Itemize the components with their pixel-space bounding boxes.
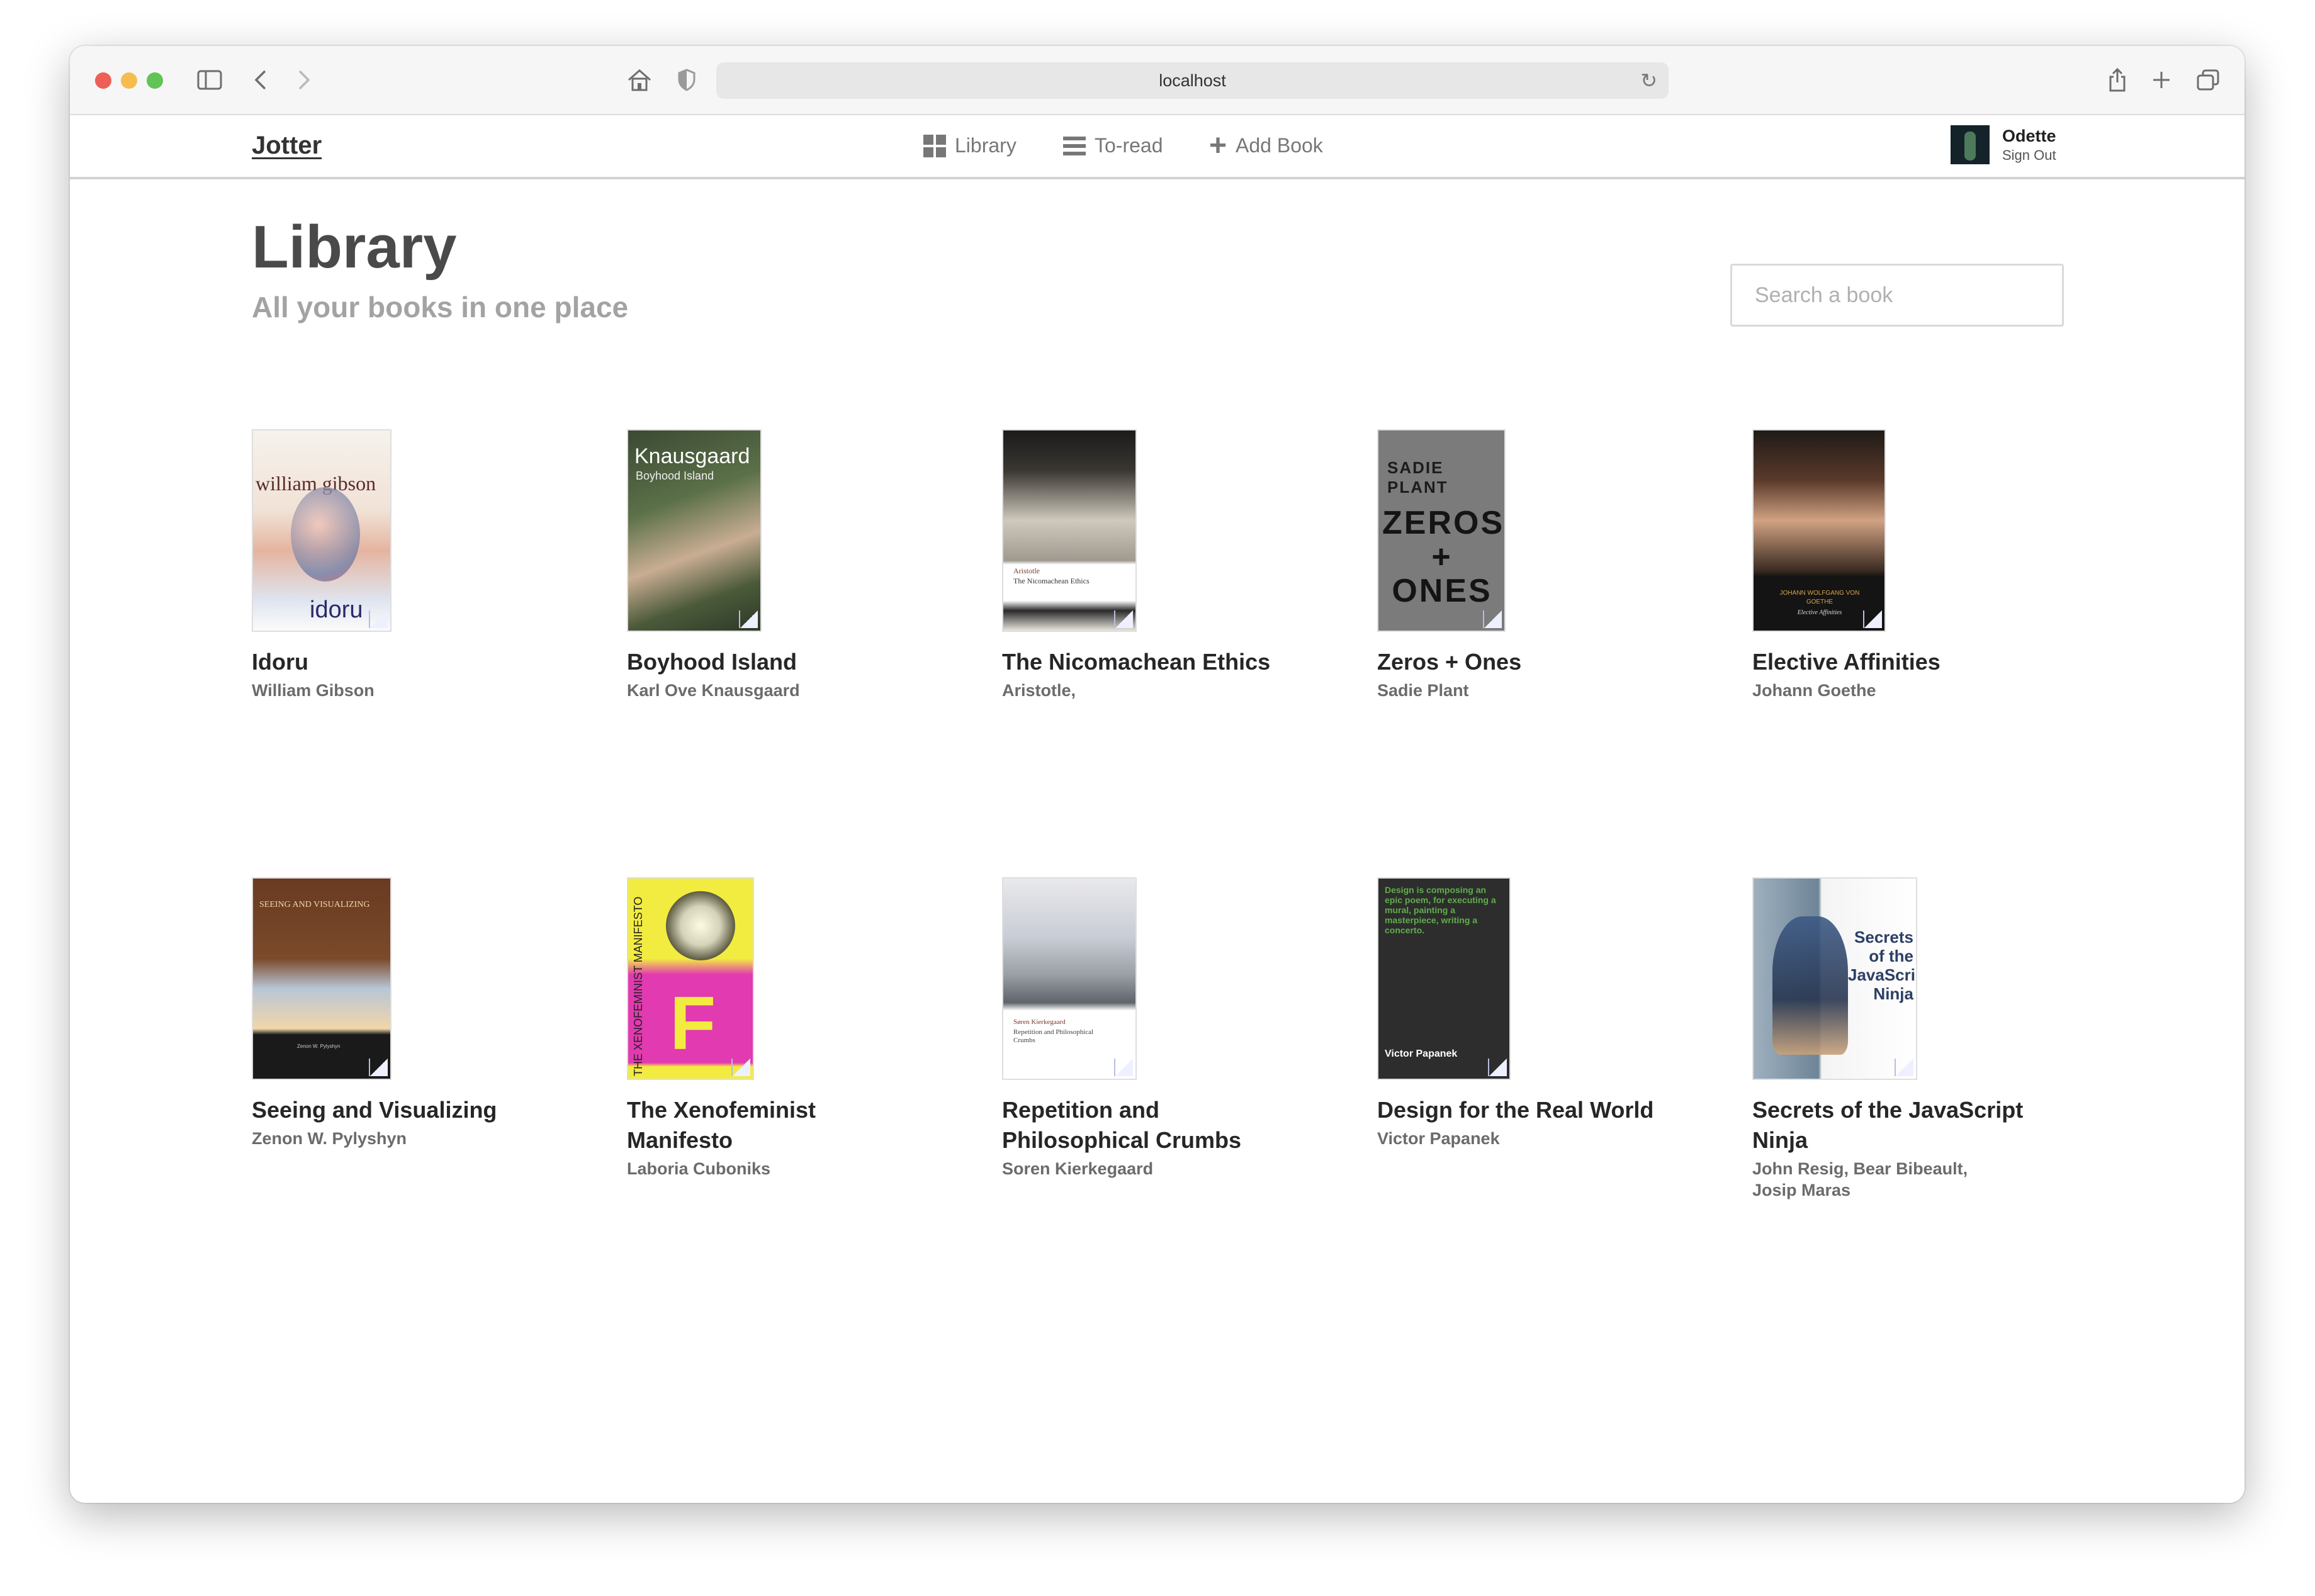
book-title[interactable]: Repetition and Philosophical Crumbs: [1002, 1095, 1292, 1155]
user-menu[interactable]: Odette Sign Out: [1951, 125, 2056, 164]
book-card[interactable]: THE XENOFEMINIST MANIFESTO F The Xenofem…: [627, 877, 916, 1179]
book-card[interactable]: william gibson idoru Idoru William Gibso…: [252, 429, 541, 701]
close-window-button[interactable]: [95, 72, 111, 89]
nav-to-read[interactable]: To-read: [1063, 134, 1163, 157]
app-header: Jotter Library To-read + Add Book Odette…: [70, 115, 2245, 179]
book-card[interactable]: JOHANN WOLFGANG VON GOETHE Elective Affi…: [1752, 429, 2042, 701]
cover-subtitle: Elective Affinities: [1797, 609, 1842, 616]
book-author: Zenon W. Pylyshyn: [252, 1129, 407, 1148]
book-card[interactable]: Søren Kierkegaard Repetition and Philoso…: [1002, 877, 1292, 1179]
cover-title: THE XENOFEMINIST MANIFESTO: [632, 896, 645, 1076]
book-author: John Resig, Bear Bibeault, Josip Maras: [1752, 1159, 1968, 1200]
book-cover[interactable]: THE XENOFEMINIST MANIFESTO F: [627, 877, 754, 1080]
search-input[interactable]: [1730, 264, 2064, 327]
book-cover[interactable]: Aristotle The Nicomachean Ethics: [1002, 429, 1137, 632]
book-author: Laboria Cuboniks: [627, 1159, 771, 1178]
book-author: Johann Goethe: [1752, 681, 1876, 700]
nav-library[interactable]: Library: [923, 134, 1017, 157]
cover-illustration: [291, 487, 360, 582]
book-card[interactable]: SEEING AND VISUALIZING Zenon W. Pylyshyn…: [252, 877, 541, 1149]
nav-add-book[interactable]: + Add Book: [1209, 128, 1323, 162]
cover-title: Knausgaard: [634, 444, 750, 468]
new-tab-icon[interactable]: [2149, 64, 2174, 96]
book-title[interactable]: Secrets of the JavaScript Ninja: [1752, 1095, 2042, 1155]
home-icon[interactable]: [624, 64, 655, 96]
cover-title: JOHANN WOLFGANG VON GOETHE: [1779, 590, 1860, 605]
book-title[interactable]: The Xenofeminist Manifesto: [627, 1095, 916, 1155]
book-title[interactable]: Design for the Real World: [1377, 1095, 1667, 1125]
nav-add-book-label: Add Book: [1236, 134, 1323, 157]
user-name: Odette: [2002, 126, 2056, 145]
cover-illustration: [666, 891, 735, 960]
avatar[interactable]: [1951, 125, 1990, 164]
page-subtitle: All your books in one place: [252, 291, 629, 323]
address-bar[interactable]: localhost ↻: [716, 62, 1669, 99]
reload-icon[interactable]: ↻: [1640, 69, 1657, 93]
book-author: Karl Ove Knausgaard: [627, 681, 800, 700]
nav-to-read-label: To-read: [1095, 134, 1163, 157]
book-author: Victor Papanek: [1377, 1129, 1500, 1148]
book-author: Soren Kierkegaard: [1002, 1159, 1154, 1178]
book-title[interactable]: Seeing and Visualizing: [252, 1095, 541, 1125]
book-card[interactable]: Knausgaard Boyhood Island Boyhood Island…: [627, 429, 916, 701]
browser-toolbar: localhost ↻: [70, 46, 2245, 115]
cover-subtitle: Boyhood Island: [636, 469, 714, 482]
book-cover[interactable]: Knausgaard Boyhood Island: [627, 429, 762, 632]
page-title: Library: [252, 213, 457, 281]
book-card[interactable]: Aristotle The Nicomachean Ethics The Nic…: [1002, 429, 1292, 701]
app-logo[interactable]: Jotter: [252, 132, 322, 160]
back-icon[interactable]: [248, 64, 273, 96]
browser-window: localhost ↻ Jotter Library To-read + Add…: [70, 46, 2245, 1503]
cover-subtitle: idoru: [310, 597, 363, 623]
privacy-shield-icon[interactable]: [674, 64, 699, 96]
book-title[interactable]: Elective Affinities: [1752, 647, 2042, 677]
book-title[interactable]: Boyhood Island: [627, 647, 916, 677]
cover-subtitle: ZEROS + ONES: [1382, 505, 1505, 609]
book-cover[interactable]: SADIE PLANT ZEROS + ONES: [1377, 429, 1506, 632]
book-author: Aristotle,: [1002, 681, 1076, 700]
book-card[interactable]: SADIE PLANT ZEROS + ONES Zeros + Ones Sa…: [1377, 429, 1667, 701]
book-cover[interactable]: SEEING AND VISUALIZING Zenon W. Pylyshyn: [252, 877, 391, 1080]
list-icon: [1063, 136, 1086, 155]
cover-title: SEEING AND VISUALIZING: [259, 900, 370, 909]
plus-icon: +: [1209, 128, 1227, 162]
book-author: William Gibson: [252, 681, 375, 700]
nav-library-label: Library: [955, 134, 1017, 157]
book-cover[interactable]: Søren Kierkegaard Repetition and Philoso…: [1002, 877, 1137, 1080]
cover-illustration: [1772, 916, 1848, 1055]
book-cover[interactable]: JOHANN WOLFGANG VON GOETHE Elective Affi…: [1752, 429, 1886, 632]
url-text: localhost: [1159, 70, 1226, 90]
cover-title: Design is composing an epic poem, for ex…: [1385, 885, 1496, 935]
book-cover[interactable]: william gibson idoru: [252, 429, 391, 632]
cover-subtitle: The Nicomachean Ethics: [1013, 576, 1090, 585]
cover-title: Secrets of the JavaScript Ninja: [1848, 928, 1916, 1003]
cover-subtitle: F: [670, 981, 716, 1065]
forward-icon[interactable]: [291, 64, 317, 96]
book-cover[interactable]: Design is composing an epic poem, for ex…: [1377, 877, 1511, 1080]
grid-icon: [923, 134, 946, 157]
desktop: localhost ↻ Jotter Library To-read + Add…: [0, 0, 2315, 1596]
book-card[interactable]: Secrets of the JavaScript Ninja Secrets …: [1752, 877, 2042, 1201]
share-icon[interactable]: [2105, 64, 2130, 96]
cover-subtitle: Zenon W. Pylyshyn: [297, 1043, 341, 1049]
sidebar-toggle-icon[interactable]: [193, 64, 226, 96]
book-card[interactable]: Design is composing an epic poem, for ex…: [1377, 877, 1667, 1149]
book-title[interactable]: Zeros + Ones: [1377, 647, 1667, 677]
book-author: Sadie Plant: [1377, 681, 1469, 700]
book-title[interactable]: Idoru: [252, 647, 541, 677]
sign-out-link[interactable]: Sign Out: [2002, 147, 2056, 164]
tab-overview-icon[interactable]: [2194, 64, 2222, 96]
cover-subtitle: Repetition and Philosophical Crumbs: [1013, 1028, 1094, 1044]
book-cover[interactable]: Secrets of the JavaScript Ninja: [1752, 877, 1917, 1080]
book-title[interactable]: The Nicomachean Ethics: [1002, 647, 1292, 677]
cover-title: Aristotle: [1013, 566, 1040, 575]
cover-title: Søren Kierkegaard: [1013, 1018, 1066, 1026]
minimize-window-button[interactable]: [121, 72, 137, 89]
cover-subtitle: Victor Papanek: [1385, 1048, 1458, 1059]
zoom-window-button[interactable]: [147, 72, 163, 89]
cover-title: SADIE PLANT: [1387, 458, 1448, 497]
